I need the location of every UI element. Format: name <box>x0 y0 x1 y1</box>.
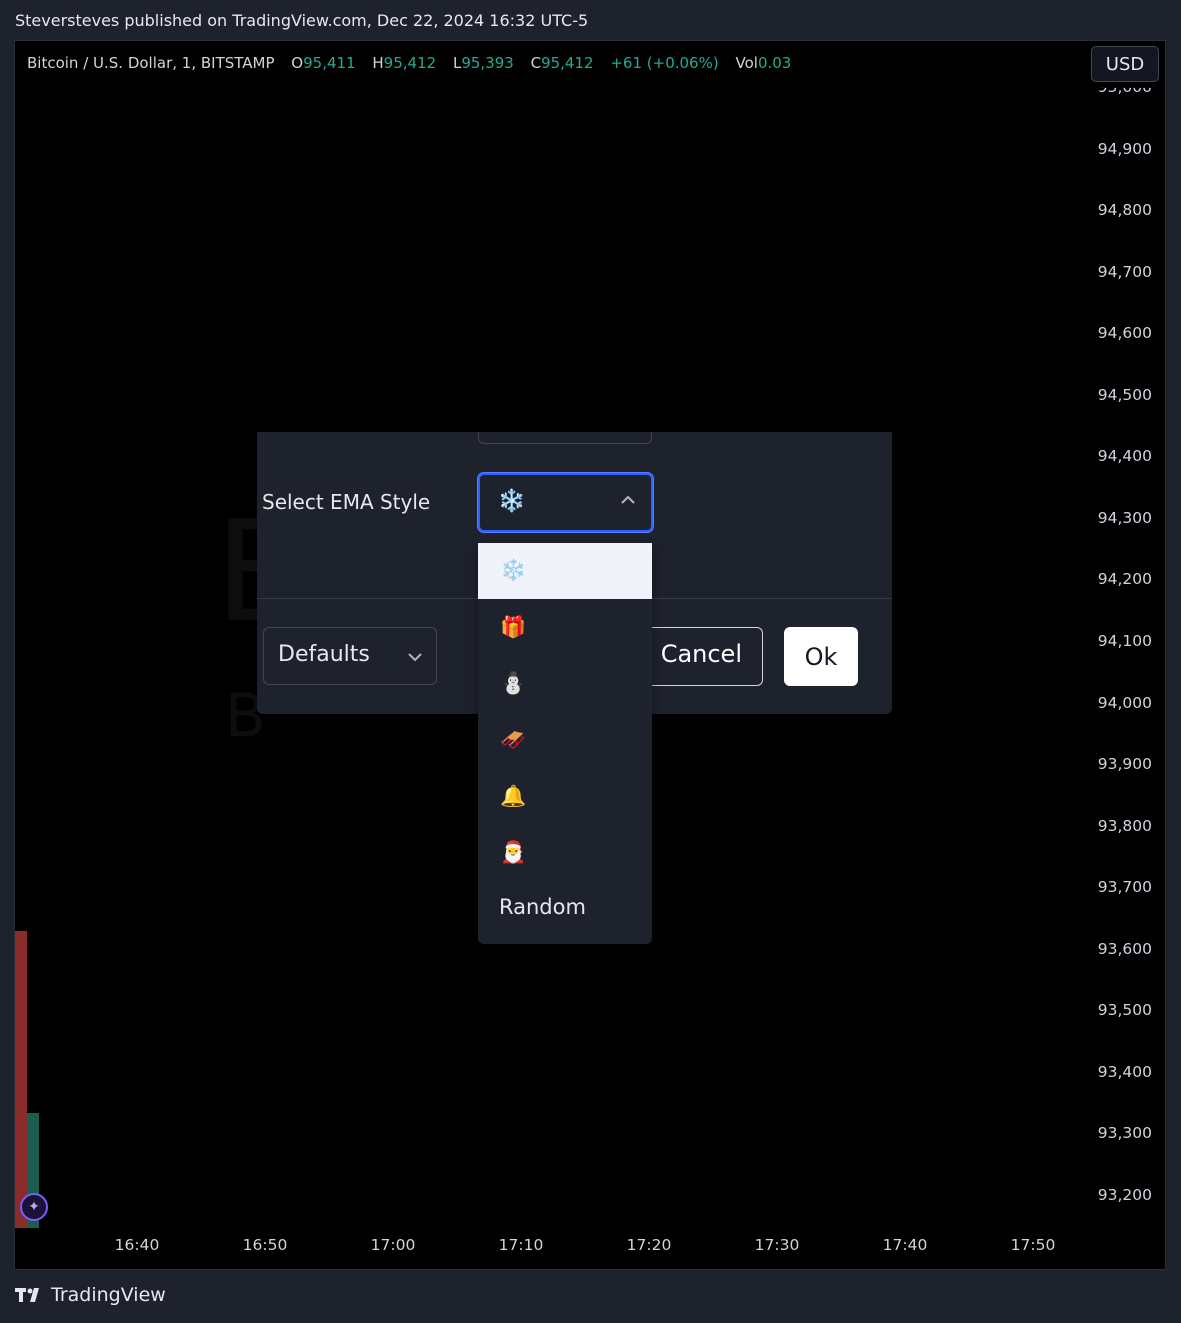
price-label: 94,000 <box>1097 693 1152 712</box>
cancel-button[interactable]: Cancel <box>637 627 763 686</box>
price-label: 94,700 <box>1097 262 1152 281</box>
ema-style-dropdown: ❄️ 🎁 ⛄ 🛷 🔔 🎅 Random <box>478 543 652 944</box>
price-label: 94,300 <box>1097 508 1152 527</box>
candle-bar-red <box>15 931 27 1228</box>
defaults-label: Defaults <box>278 642 370 667</box>
footer-brand: TradingView <box>15 1284 166 1306</box>
open-value: 95,411 <box>303 54 356 72</box>
previous-select[interactable] <box>478 432 652 444</box>
dropdown-option-santa[interactable]: 🎅 <box>478 825 652 881</box>
price-label: 94,200 <box>1097 570 1152 589</box>
time-label: 17:40 <box>882 1236 928 1254</box>
price-label: 93,500 <box>1097 1001 1152 1020</box>
price-label: 93,800 <box>1097 816 1152 835</box>
symbol-name[interactable]: Bitcoin / U.S. Dollar, 1, BITSTAMP <box>27 54 275 72</box>
time-label: 16:40 <box>114 1236 160 1254</box>
low-value: 95,393 <box>461 54 514 72</box>
price-label: 93,300 <box>1097 1124 1152 1143</box>
publish-header: Steversteves published on TradingView.co… <box>15 11 589 30</box>
price-label: 94,600 <box>1097 324 1152 343</box>
cancel-label: Cancel <box>660 640 742 668</box>
change-value: +61 (+0.06%) <box>610 54 719 72</box>
price-label: 93,200 <box>1097 1185 1152 1204</box>
ema-selected-value: ❄️ <box>498 489 526 514</box>
dropdown-option-snowflake[interactable]: ❄️ <box>478 543 652 599</box>
ok-button[interactable]: Ok <box>784 627 858 686</box>
volume-value: 0.03 <box>757 54 792 72</box>
price-label: 95,000 <box>1097 78 1152 96</box>
time-label: 17:00 <box>370 1236 416 1254</box>
time-label: 17:10 <box>498 1236 544 1254</box>
price-label: 94,900 <box>1097 139 1152 158</box>
close-value: 95,412 <box>541 54 594 72</box>
time-label: 17:30 <box>754 1236 800 1254</box>
defaults-button[interactable]: Defaults <box>263 627 437 685</box>
price-label: 94,800 <box>1097 201 1152 220</box>
high-label: H <box>372 54 384 72</box>
time-label: 17:20 <box>626 1236 672 1254</box>
dropdown-option-gift[interactable]: 🎁 <box>478 600 652 656</box>
high-value: 95,412 <box>383 54 437 72</box>
dropdown-option-sled[interactable]: 🛷 <box>478 713 652 769</box>
dropdown-option-bell[interactable]: 🔔 <box>478 769 652 825</box>
price-label: 93,400 <box>1097 1062 1152 1081</box>
price-label: 94,500 <box>1097 385 1152 404</box>
tradingview-logo-icon <box>15 1288 39 1302</box>
symbol-legend: Bitcoin / U.S. Dollar, 1, BITSTAMP O95,4… <box>27 54 791 72</box>
time-label: 16:50 <box>242 1236 288 1254</box>
price-label: 93,700 <box>1097 878 1152 897</box>
price-axis[interactable]: 95,000 94,900 94,800 94,700 94,600 94,500 94,4… <box>1085 41 1165 1269</box>
ema-style-select[interactable]: ❄️ <box>478 473 653 532</box>
chevron-down-icon <box>408 653 422 662</box>
price-label: 94,100 <box>1097 631 1152 650</box>
footer-brand-text: TradingView <box>51 1284 166 1306</box>
ema-style-label: Select EMA Style <box>262 490 431 514</box>
volume-label: Vol <box>735 54 758 72</box>
dropdown-option-random[interactable]: Random <box>478 881 652 937</box>
close-label: C <box>530 54 542 72</box>
open-label: O <box>291 54 304 72</box>
price-label: 93,600 <box>1097 939 1152 958</box>
sparkle-icon[interactable]: ✦ <box>20 1193 48 1221</box>
time-axis[interactable]: 16:40 16:50 17:00 17:10 17:20 17:30 17:40 17:50 <box>15 1225 1165 1269</box>
time-label: 17:50 <box>1010 1236 1056 1254</box>
price-label: 93,900 <box>1097 755 1152 774</box>
price-label: 94,400 <box>1097 447 1152 466</box>
chevron-up-icon <box>621 495 635 504</box>
dropdown-option-snowman[interactable]: ⛄ <box>478 656 652 712</box>
